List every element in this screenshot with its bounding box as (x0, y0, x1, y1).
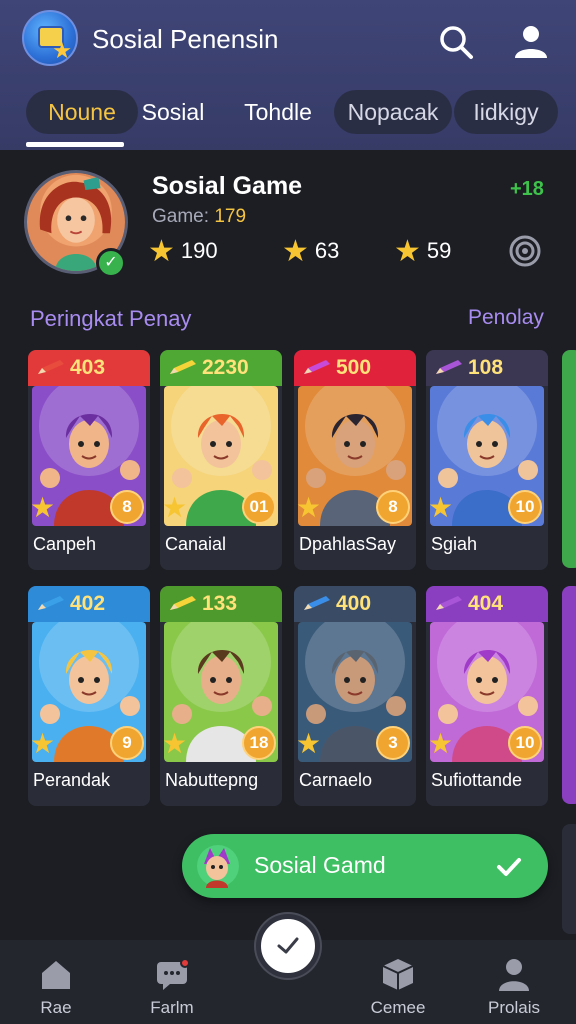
card-score: 108 (468, 356, 504, 379)
app-title: Sosial Penensin (92, 24, 279, 54)
star-icon: ★ (162, 728, 188, 759)
character-card[interactable]: 2230 ★ 01 Canaial (160, 350, 282, 570)
card-name: Sgiah (431, 534, 478, 554)
stat-value: 190 (180, 238, 218, 263)
tab-nopacak[interactable]: Nopacak (334, 90, 452, 134)
profile-game-value: 179 (214, 206, 247, 227)
nav-chat[interactable]: Farlm (122, 956, 222, 1022)
card-score: 403 (70, 356, 106, 379)
card-score: 404 (468, 592, 504, 615)
card-name: Canpeh (33, 534, 97, 554)
card-score: 2230 (202, 356, 249, 379)
nav-home[interactable]: Rae (6, 956, 106, 1022)
toast-avatar-icon (197, 845, 239, 888)
card-name: Perandak (33, 770, 111, 790)
search-icon[interactable] (438, 24, 474, 60)
card-score: 500 (336, 356, 372, 379)
card-score: 133 (202, 592, 238, 615)
profile-icon (499, 959, 529, 991)
character-card[interactable]: 402 ★ 9 Perandak (28, 586, 150, 806)
nav-label: Rae (40, 998, 72, 1017)
toast-label: Sosial Gamd (254, 852, 386, 878)
card-name: DpahlasSay (299, 534, 397, 554)
card-level-badge: 01 (242, 490, 276, 524)
check-icon (277, 937, 299, 954)
tab-tohdle[interactable]: Tohdle (230, 90, 326, 134)
star-icon: ★ (30, 492, 56, 523)
home-icon (42, 961, 70, 989)
cube-icon (382, 959, 414, 990)
card-name: Sufiottande (431, 770, 523, 790)
pencil-icon (38, 596, 64, 610)
stat-value: 59 (426, 238, 452, 263)
next-card-peek[interactable] (562, 586, 576, 804)
pencil-icon (170, 596, 196, 610)
card-name: Carnaelo (299, 770, 373, 790)
card-level-badge: 9 (110, 726, 144, 760)
tab-bar: Noune Sosial Tohdle Nopacak Iidkigy (14, 90, 562, 136)
character-card[interactable]: 404 ★ 10 Sufiottande (426, 586, 548, 806)
card-level-badge: 8 (110, 490, 144, 524)
pencil-icon (170, 360, 196, 374)
star-icon: ★ (428, 728, 454, 759)
pencil-icon (304, 596, 330, 610)
star-icon: ★ (296, 492, 322, 523)
star-icon: ★ (428, 492, 454, 523)
nav-center-button[interactable] (256, 914, 320, 978)
card-level-badge: 3 (376, 726, 410, 760)
user-icon[interactable] (512, 22, 550, 60)
star-icon: ★ (148, 235, 175, 269)
next-card-peek[interactable] (562, 824, 576, 934)
character-card[interactable]: 400 ★ 3 Carnaelo (294, 586, 416, 806)
stat-value: 63 (314, 238, 340, 263)
nav-cube[interactable]: Cemee (348, 956, 448, 1022)
nav-label: Cemee (370, 998, 426, 1017)
card-score: 400 (336, 592, 372, 615)
profile-name: Sosial Game (152, 172, 303, 200)
card-level-badge: 18 (242, 726, 276, 760)
app-header: ★ Sosial Penensin Noune Sosial Tohdle No… (0, 0, 576, 150)
pencil-icon (436, 596, 462, 610)
star-icon: ★ (282, 235, 309, 269)
nav-label: Prolais (488, 998, 540, 1017)
card-name: Nabuttepng (165, 770, 259, 790)
stat-stars-1: ★ 190 (148, 234, 218, 268)
check-icon[interactable] (494, 852, 524, 882)
tab-iidkigy[interactable]: Iidkigy (454, 90, 558, 134)
active-tab-indicator (26, 142, 124, 147)
card-level-badge: 8 (376, 490, 410, 524)
profile-delta: +18 (510, 178, 544, 200)
app-logo-icon[interactable]: ★ (22, 10, 78, 66)
nav-profile[interactable]: Prolais (464, 956, 564, 1022)
verified-check-icon: ✓ (96, 248, 126, 278)
notification-dot (180, 958, 190, 968)
star-icon: ★ (296, 728, 322, 759)
profile-game: Game: 179 (152, 206, 246, 228)
character-card[interactable]: 108 ★ 10 Sgiah (426, 350, 548, 570)
card-level-badge: 10 (508, 726, 542, 760)
star-icon: ★ (394, 235, 421, 269)
pencil-icon (38, 360, 64, 374)
character-card[interactable]: 403 ★ 8 Canpeh (28, 350, 150, 570)
character-card[interactable]: 500 ★ 8 DpahlasSay (294, 350, 416, 570)
stat-stars-3: ★ 59 (394, 234, 451, 268)
card-level-badge: 10 (508, 490, 542, 524)
profile-game-label: Game: (152, 206, 210, 227)
section-title: Peringkat Penay (30, 306, 192, 331)
tab-noune[interactable]: Noune (26, 90, 138, 134)
card-name: Canaial (165, 534, 227, 554)
pencil-icon (304, 360, 330, 374)
target-icon[interactable] (508, 234, 542, 268)
next-card-peek[interactable] (562, 350, 576, 568)
game-toast-button[interactable]: Sosial Gamd (182, 834, 548, 898)
nav-label: Farlm (150, 998, 194, 1017)
card-score: 402 (70, 592, 106, 615)
section-see-all-link[interactable]: Penolay (468, 306, 544, 330)
character-card[interactable]: 133 ★ 18 Nabuttepng (160, 586, 282, 806)
stat-stars-2: ★ 63 (282, 234, 339, 268)
pencil-icon (436, 360, 462, 374)
star-icon: ★ (162, 492, 188, 523)
star-icon: ★ (30, 728, 56, 759)
tab-sosial[interactable]: Sosial (132, 90, 214, 134)
